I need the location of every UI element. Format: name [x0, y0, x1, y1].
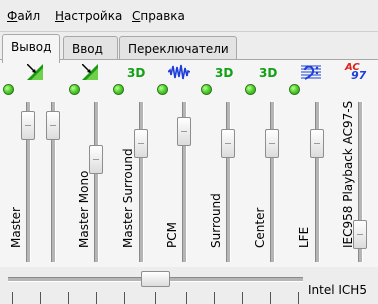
waveform-icon — [168, 64, 190, 80]
balance-tick — [242, 292, 243, 304]
output-panel — [0, 59, 378, 267]
balance-tick — [12, 292, 13, 304]
tab-switches[interactable]: Переключатели — [119, 36, 237, 61]
channel-label-master-surround: Master Surround — [121, 148, 135, 248]
volume-icon — [27, 64, 43, 80]
mute-led-master-surround[interactable] — [113, 84, 124, 95]
balance-slider-thumb[interactable] — [141, 271, 170, 287]
mute-led-master-mono[interactable] — [69, 84, 80, 95]
tab-output[interactable]: Вывод — [2, 34, 60, 63]
volume-slider-lfe[interactable] — [315, 102, 320, 262]
mute-led-pcm[interactable] — [157, 84, 168, 95]
volume-thumb-surround[interactable] — [221, 129, 235, 158]
volume-slider-center[interactable] — [270, 102, 275, 262]
sound-card-name: Intel ICH5 — [308, 283, 367, 297]
menu-help[interactable]: Справка — [132, 9, 185, 23]
balance-tick — [214, 292, 215, 304]
balance-tick — [186, 292, 187, 304]
channel-label-iec958: IEC958 Playback AC97-S — [341, 100, 355, 248]
balance-tick — [124, 292, 125, 304]
bass-clef-icon — [301, 65, 321, 80]
ac97-icon: AC 97 — [345, 62, 369, 82]
balance-tick — [40, 292, 41, 304]
volume-thumb-master-mono[interactable] — [89, 145, 103, 174]
channel-label-master: Master — [9, 207, 23, 248]
menu-bar: Файл Настройка Справка — [0, 0, 378, 32]
mute-led-master[interactable] — [3, 84, 14, 95]
volume-thumb-master-surround[interactable] — [134, 129, 148, 158]
mute-led-center[interactable] — [245, 84, 256, 95]
balance-tick — [270, 292, 271, 304]
balance-tick — [298, 292, 299, 304]
volume-thumb-master-left[interactable] — [21, 111, 35, 140]
mute-led-surround[interactable] — [201, 84, 212, 95]
volume-thumb-lfe[interactable] — [310, 129, 324, 158]
volume-thumb-center[interactable] — [265, 129, 279, 158]
balance-tick — [68, 292, 69, 304]
volume-thumb-iec958[interactable] — [353, 220, 367, 249]
channel-label-surround: Surround — [209, 193, 223, 248]
volume-slider-master-mono[interactable] — [94, 102, 99, 262]
balance-tick — [96, 292, 97, 304]
ac97-icon-97: 97 — [351, 69, 367, 82]
volume-thumb-master-right[interactable] — [46, 111, 60, 140]
balance-tick — [155, 292, 156, 304]
channel-label-master-mono: Master Mono — [77, 170, 91, 248]
channel-label-pcm: PCM — [165, 222, 179, 248]
3d-icon: 3D — [259, 66, 278, 80]
channel-label-center: Center — [253, 207, 267, 248]
3d-icon: 3D — [215, 66, 234, 80]
volume-slider-surround[interactable] — [226, 102, 231, 262]
channel-label-lfe: LFE — [297, 226, 311, 248]
3d-icon: 3D — [127, 66, 146, 80]
menu-file[interactable]: Файл — [7, 9, 40, 23]
volume-slider-master-surround[interactable] — [139, 102, 144, 262]
menu-settings[interactable]: Настройка — [55, 9, 122, 23]
volume-icon — [82, 64, 98, 80]
tab-input[interactable]: Ввод — [63, 36, 118, 61]
volume-thumb-pcm[interactable] — [177, 117, 191, 146]
mute-led-lfe[interactable] — [289, 84, 300, 95]
tab-bar: Вывод Ввод Переключатели — [0, 32, 378, 63]
